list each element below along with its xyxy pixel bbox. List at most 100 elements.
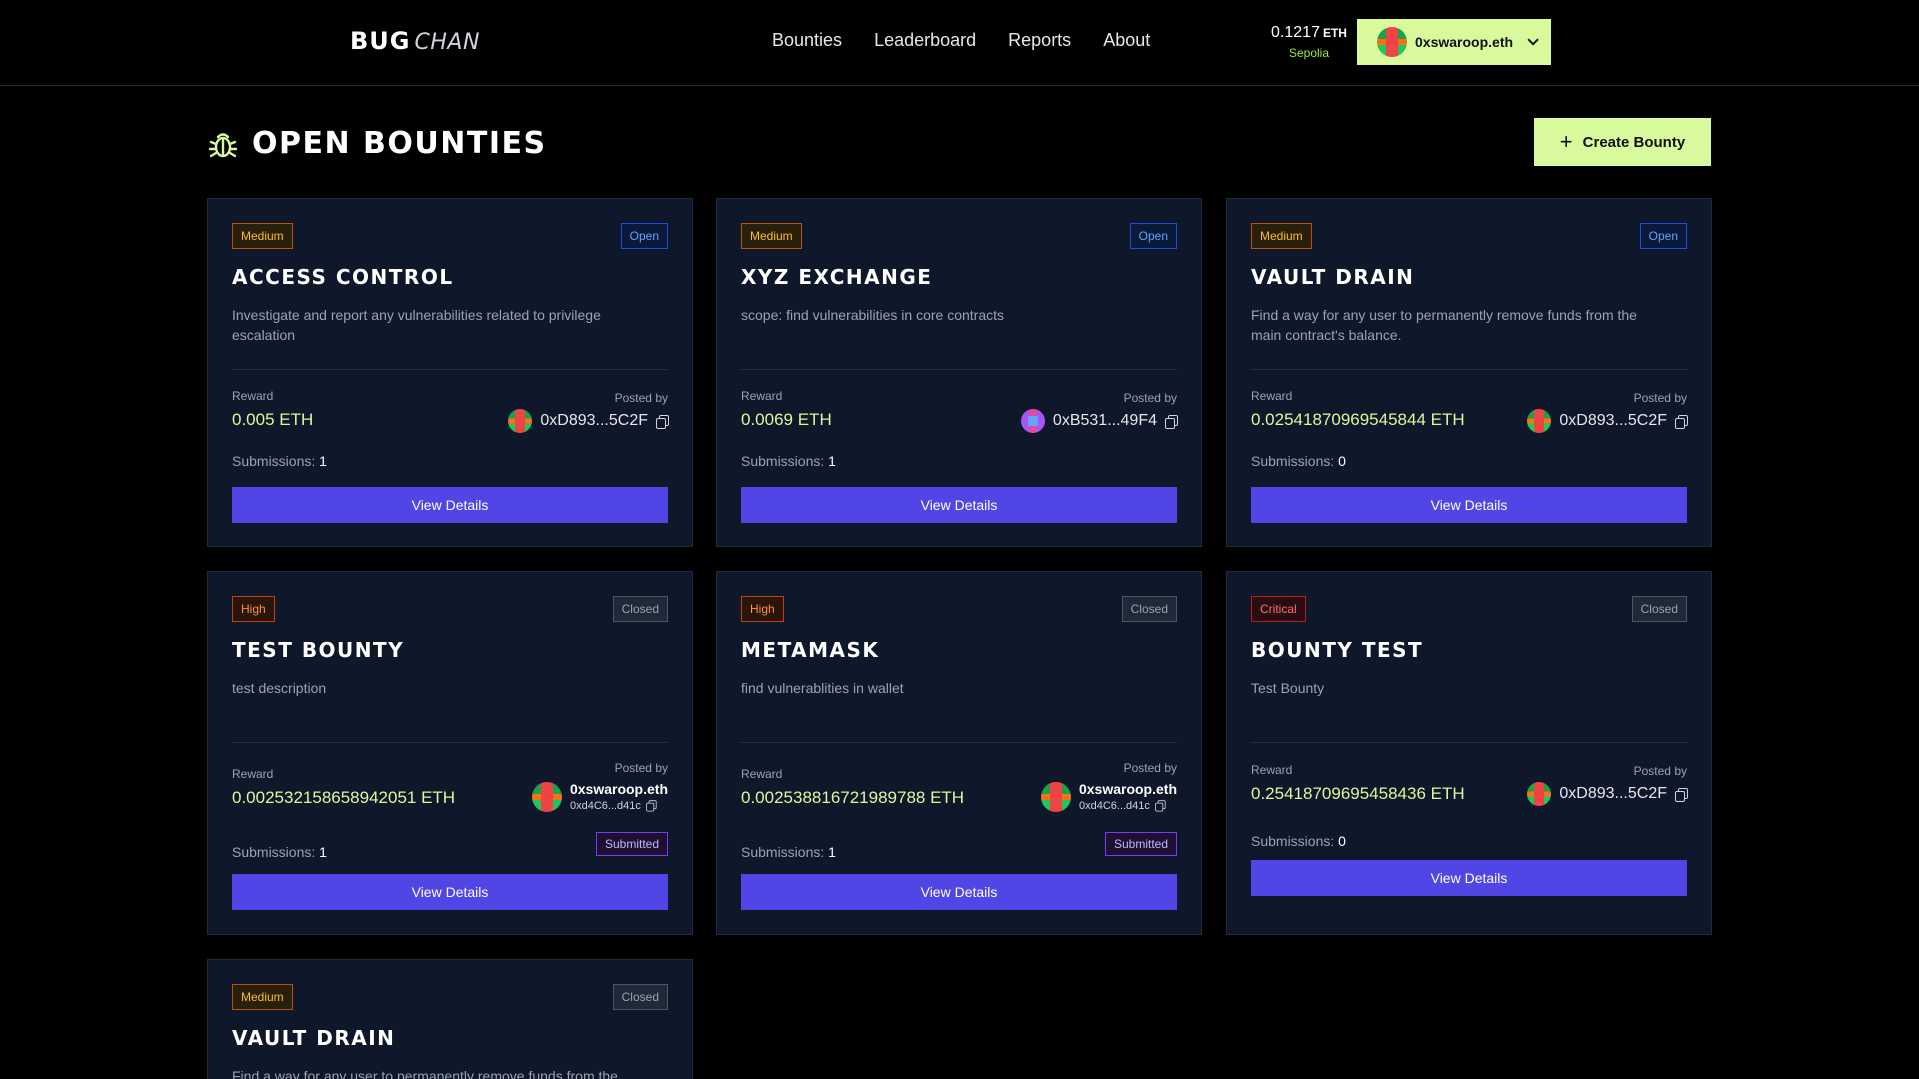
posted-by-label: Posted by [614,761,668,775]
card-description: Find a way for any user to permanently r… [1251,307,1637,343]
submissions-count: Submissions: 0 [1251,833,1346,849]
view-details-button[interactable]: View Details [232,487,668,523]
plus-icon: + [1559,129,1573,154]
avatar [1020,409,1045,433]
divider [232,742,668,743]
poster-address: 0xd4C6...d41c [569,799,641,812]
view-details-button[interactable]: View Details [741,874,1177,910]
card-title: VAULT DRAIN [1251,265,1415,289]
posted-by-label: Posted by [614,391,668,405]
submissions-count: Submissions: 1 [741,844,836,860]
copy-icon[interactable] [646,800,657,812]
poster: 0xswaroop.eth 0xd4C6...d41c [531,781,668,812]
divider [232,369,668,370]
submissions-count: Submissions: 1 [232,453,327,469]
severity-badge: Medium [232,223,293,249]
nav-leaderboard[interactable]: Leaderboard [874,30,976,51]
status-badge: Open [620,223,668,249]
poster: 0xD893...5C2F [508,409,669,433]
card-description: find vulnerablities in wallet [741,680,904,696]
poster-address: 0xd4C6...d41c [1078,799,1150,812]
bounty-card: High Closed TEST BOUNTY test description… [207,571,693,935]
reward-value: 0.02541870969545844 ETH [1251,410,1465,429]
balance-unit: ETH [1322,26,1347,40]
divider [741,742,1177,743]
reward-value: 0.002532158658942051 ETH [232,788,456,807]
view-details-button[interactable]: View Details [1251,487,1687,523]
card-title: METAMASK [741,638,880,662]
submitted-badge: Submitted [1104,832,1177,856]
card-description: Find a way for any user to permanently r… [232,1068,618,1079]
posted-by-label: Posted by [1123,761,1177,775]
divider [1251,369,1687,370]
top-header: BUG CHAN Bounties Leaderboard Reports Ab… [0,0,1919,86]
card-description: scope: find vulnerabilities in core cont… [741,307,1005,323]
logo[interactable]: BUG CHAN [350,27,480,57]
view-details-button[interactable]: View Details [1251,860,1687,896]
balance-amount: 0.1217 [1271,24,1320,41]
nav-bounties[interactable]: Bounties [772,30,842,51]
reward-label: Reward [232,389,274,403]
copy-icon[interactable] [1675,414,1688,429]
wallet-button[interactable]: 0xswaroop.eth [1357,19,1551,65]
nav-reports[interactable]: Reports [1008,30,1071,51]
avatar [1527,782,1552,806]
card-title: TEST BOUNTY [232,638,405,662]
status-badge: Closed [612,596,668,622]
poster-address: 0xD893...5C2F [1559,785,1667,802]
submissions-count: Submissions: 0 [1251,453,1346,469]
card-description: test description [232,680,327,696]
bounty-card: Medium Open ACCESS CONTROL Investigate a… [207,198,693,547]
page-title: OPEN BOUNTIES [208,126,547,161]
poster-ens-name: 0xswaroop.eth [1078,781,1177,797]
poster: 0xswaroop.eth 0xd4C6...d41c [1040,781,1177,812]
reward-label: Reward [741,767,783,781]
card-title: XYZ EXCHANGE [741,265,933,289]
poster-address: 0xD893...5C2F [1559,412,1667,429]
card-description: Investigate and report any vulnerabiliti… [232,307,601,343]
copy-icon[interactable] [1675,787,1688,802]
reward-label: Reward [1251,763,1293,777]
submissions-count: Submissions: 1 [741,453,836,469]
avatar [1040,781,1071,812]
severity-badge: High [741,596,784,622]
chevron-down-icon [1527,34,1539,46]
poster-address: 0xB531...49F4 [1052,412,1157,429]
submissions-count: Submissions: 1 [232,844,327,860]
create-bounty-button[interactable]: + Create Bounty [1534,118,1711,166]
status-badge: Closed [612,984,668,1010]
nav-about[interactable]: About [1103,30,1150,51]
avatar [1527,409,1552,433]
logo-chan-text: CHAN [414,30,480,55]
bounty-card: Medium Open VAULT DRAIN Find a way for a… [1226,198,1712,547]
view-details-button[interactable]: View Details [232,874,668,910]
avatar [531,781,562,812]
severity-badge: Medium [232,984,293,1010]
copy-icon[interactable] [656,414,669,429]
view-details-button[interactable]: View Details [741,487,1177,523]
copy-icon[interactable] [1155,800,1166,812]
reward-value: 0.25418709695458436 ETH [1251,784,1465,803]
reward-label: Reward [1251,389,1293,403]
bounty-card: Medium Closed VAULT DRAIN Find a way for… [207,959,693,1079]
card-title: ACCESS CONTROL [232,265,454,289]
posted-by-label: Posted by [1633,764,1687,778]
poster: 0xD893...5C2F [1527,782,1688,806]
card-description: Test Bounty [1251,680,1325,696]
create-bounty-label: Create Bounty [1582,133,1686,151]
reward-value: 0.0069 ETH [741,410,832,429]
status-badge: Closed [1121,596,1177,622]
reward-value: 0.002538816721989788 ETH [741,788,965,807]
avatar [508,409,533,433]
severity-badge: High [232,596,275,622]
network-name: Sepolia [1288,46,1330,60]
card-title: VAULT DRAIN [232,1026,396,1050]
bounty-card: High Closed METAMASK find vulnerablities… [716,571,1202,935]
severity-badge: Critical [1251,596,1306,622]
wallet-balance: 0.1217 ETH Sepolia [1268,24,1350,60]
severity-badge: Medium [741,223,802,249]
reward-label: Reward [741,389,783,403]
copy-icon[interactable] [1165,414,1178,429]
bounty-card: Medium Open XYZ EXCHANGE scope: find vul… [716,198,1202,547]
reward-label: Reward [232,767,274,781]
